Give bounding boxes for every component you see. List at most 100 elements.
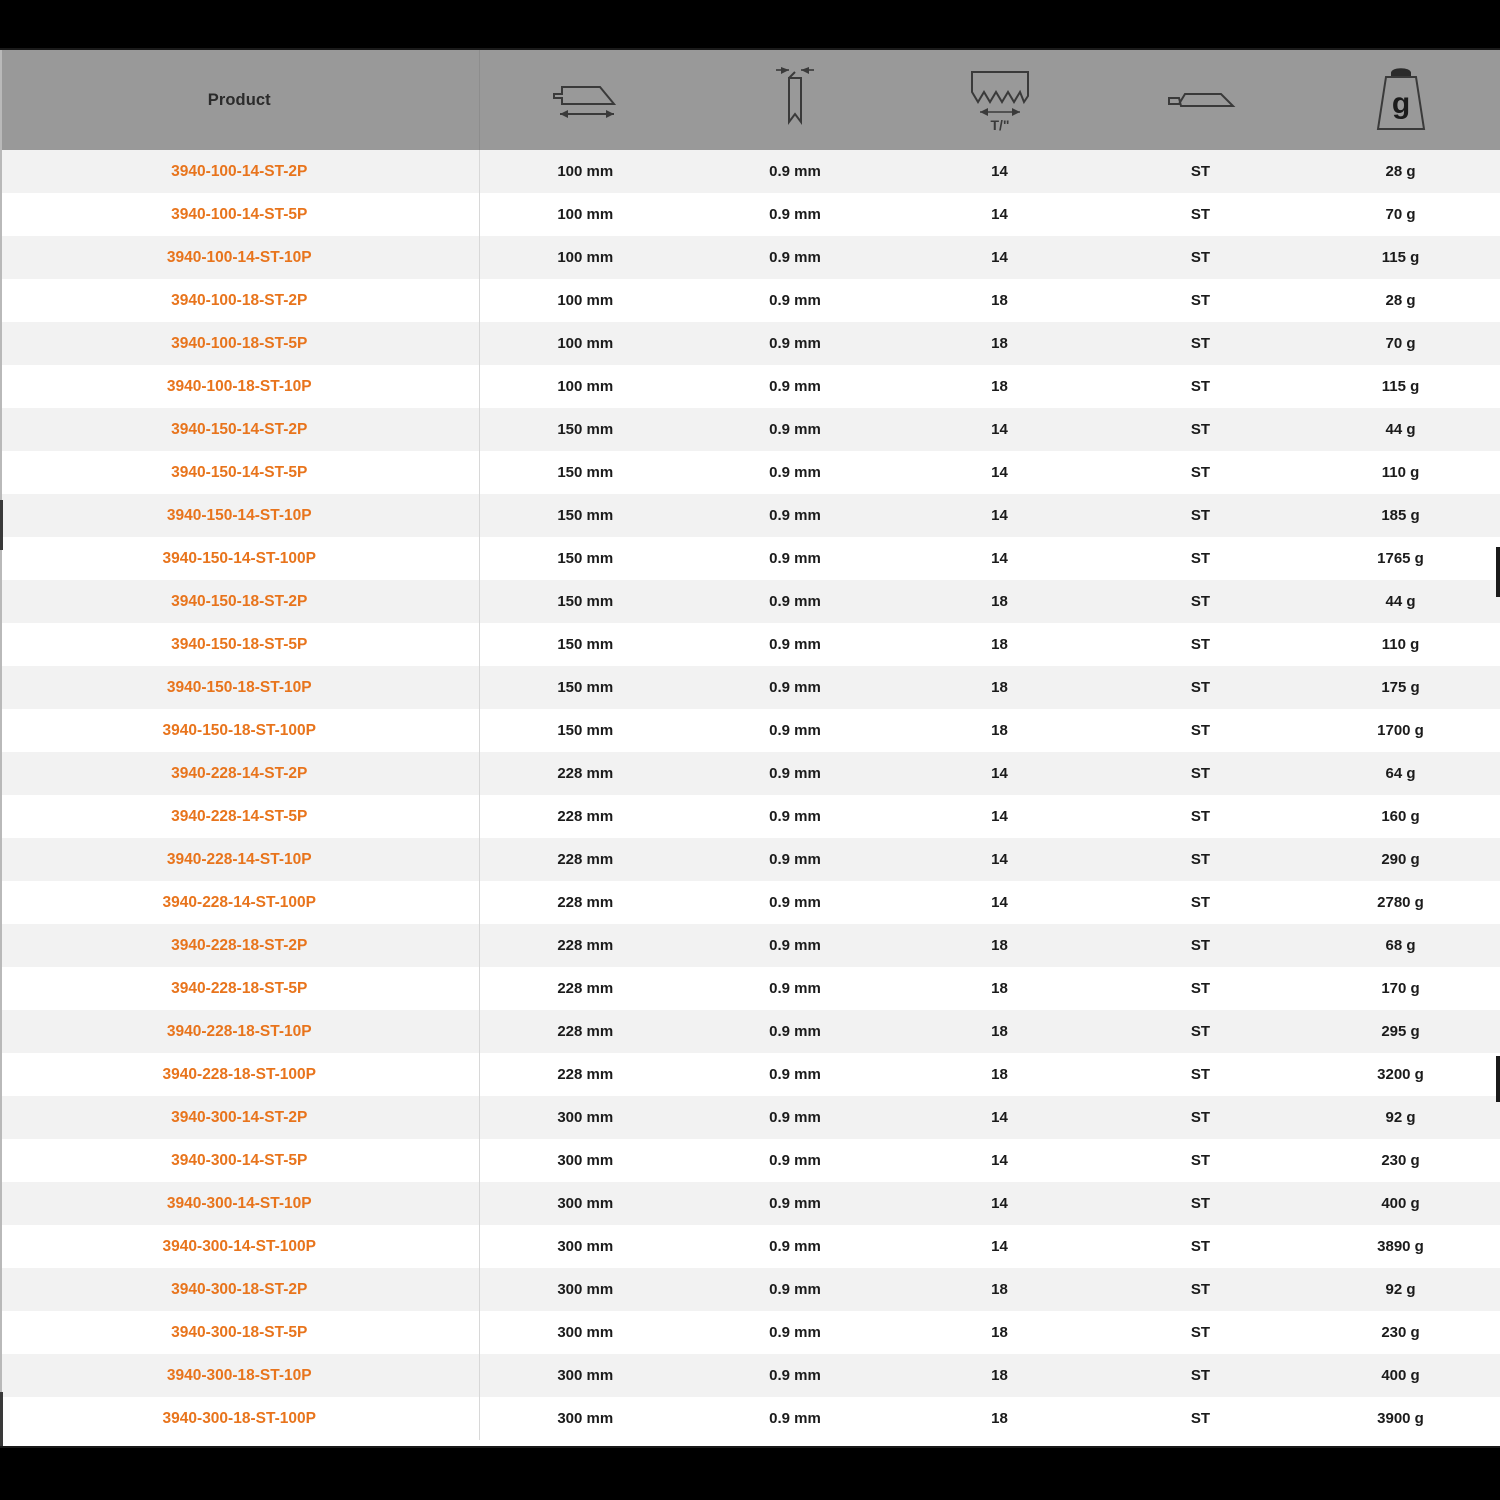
cell-thickness: 0.9 mm (691, 408, 899, 451)
table-row[interactable]: 3940-228-18-ST-100P228 mm0.9 mm18ST3200 … (0, 1053, 1500, 1096)
table-row[interactable]: 3940-228-14-ST-10P228 mm0.9 mm14ST290 g (0, 838, 1500, 881)
cell-thickness: 0.9 mm (691, 580, 899, 623)
cell-weight: 1765 g (1301, 537, 1500, 580)
table-row[interactable]: 3940-150-18-ST-10P150 mm0.9 mm18ST175 g (0, 666, 1500, 709)
table-row[interactable]: 3940-150-14-ST-100P150 mm0.9 mm14ST1765 … (0, 537, 1500, 580)
table-row[interactable]: 3940-100-18-ST-5P100 mm0.9 mm18ST70 g (0, 322, 1500, 365)
product-link[interactable]: 3940-228-14-ST-5P (0, 795, 479, 838)
table-row[interactable]: 3940-100-14-ST-10P100 mm0.9 mm14ST115 g (0, 236, 1500, 279)
column-header-product[interactable]: Product (0, 50, 479, 150)
table-row[interactable]: 3940-228-18-ST-5P228 mm0.9 mm18ST170 g (0, 967, 1500, 1010)
cell-type: ST (1100, 322, 1301, 365)
product-link[interactable]: 3940-150-14-ST-2P (0, 408, 479, 451)
table-row[interactable]: 3940-300-18-ST-10P300 mm0.9 mm18ST400 g (0, 1354, 1500, 1397)
product-link[interactable]: 3940-150-18-ST-10P (0, 666, 479, 709)
cell-weight: 160 g (1301, 795, 1500, 838)
product-link[interactable]: 3940-100-14-ST-2P (0, 150, 479, 193)
table-row[interactable]: 3940-100-18-ST-10P100 mm0.9 mm18ST115 g (0, 365, 1500, 408)
product-link[interactable]: 3940-228-18-ST-2P (0, 924, 479, 967)
product-link[interactable]: 3940-100-18-ST-2P (0, 279, 479, 322)
cell-length: 150 mm (479, 451, 691, 494)
table-row[interactable]: 3940-300-14-ST-100P300 mm0.9 mm14ST3890 … (0, 1225, 1500, 1268)
cell-teeth: 14 (899, 881, 1100, 924)
cell-weight: 2780 g (1301, 881, 1500, 924)
product-link[interactable]: 3940-228-14-ST-2P (0, 752, 479, 795)
column-header-weight[interactable]: g (1301, 50, 1500, 150)
cell-weight: 3890 g (1301, 1225, 1500, 1268)
table-row[interactable]: 3940-150-14-ST-10P150 mm0.9 mm14ST185 g (0, 494, 1500, 537)
cell-length: 228 mm (479, 924, 691, 967)
cell-type: ST (1100, 150, 1301, 193)
product-link[interactable]: 3940-300-18-ST-2P (0, 1268, 479, 1311)
product-link[interactable]: 3940-150-14-ST-5P (0, 451, 479, 494)
product-link[interactable]: 3940-150-18-ST-100P (0, 709, 479, 752)
cell-weight: 110 g (1301, 623, 1500, 666)
table-header-row: Product (0, 50, 1500, 150)
cell-length: 228 mm (479, 838, 691, 881)
table-row[interactable]: 3940-100-14-ST-2P100 mm0.9 mm14ST28 g (0, 150, 1500, 193)
cell-length: 100 mm (479, 150, 691, 193)
table-row[interactable]: 3940-150-14-ST-2P150 mm0.9 mm14ST44 g (0, 408, 1500, 451)
column-header-thickness[interactable] (691, 50, 899, 150)
product-link[interactable]: 3940-228-18-ST-100P (0, 1053, 479, 1096)
product-link[interactable]: 3940-300-14-ST-10P (0, 1182, 479, 1225)
column-header-type[interactable] (1100, 50, 1301, 150)
cell-thickness: 0.9 mm (691, 494, 899, 537)
cell-length: 228 mm (479, 1010, 691, 1053)
cell-length: 228 mm (479, 967, 691, 1010)
table-row[interactable]: 3940-100-18-ST-2P100 mm0.9 mm18ST28 g (0, 279, 1500, 322)
table-row[interactable]: 3940-300-14-ST-10P300 mm0.9 mm14ST400 g (0, 1182, 1500, 1225)
cell-teeth: 14 (899, 451, 1100, 494)
cell-thickness: 0.9 mm (691, 1182, 899, 1225)
cell-length: 300 mm (479, 1397, 691, 1440)
product-link[interactable]: 3940-300-14-ST-100P (0, 1225, 479, 1268)
product-link[interactable]: 3940-150-14-ST-100P (0, 537, 479, 580)
cell-teeth: 18 (899, 623, 1100, 666)
product-link[interactable]: 3940-300-14-ST-2P (0, 1096, 479, 1139)
product-link[interactable]: 3940-150-18-ST-2P (0, 580, 479, 623)
product-link[interactable]: 3940-228-14-ST-10P (0, 838, 479, 881)
table-row[interactable]: 3940-300-18-ST-2P300 mm0.9 mm18ST92 g (0, 1268, 1500, 1311)
product-link[interactable]: 3940-100-14-ST-10P (0, 236, 479, 279)
product-link[interactable]: 3940-100-18-ST-10P (0, 365, 479, 408)
table-row[interactable]: 3940-300-18-ST-100P300 mm0.9 mm18ST3900 … (0, 1397, 1500, 1440)
cell-thickness: 0.9 mm (691, 881, 899, 924)
product-link[interactable]: 3940-228-18-ST-10P (0, 1010, 479, 1053)
cell-length: 150 mm (479, 666, 691, 709)
table-row[interactable]: 3940-300-14-ST-2P300 mm0.9 mm14ST92 g (0, 1096, 1500, 1139)
product-link[interactable]: 3940-150-14-ST-10P (0, 494, 479, 537)
cell-teeth: 14 (899, 193, 1100, 236)
cell-weight: 1700 g (1301, 709, 1500, 752)
product-link[interactable]: 3940-300-14-ST-5P (0, 1139, 479, 1182)
cell-weight: 28 g (1301, 279, 1500, 322)
column-header-teeth[interactable]: T/" (899, 50, 1100, 150)
table-row[interactable]: 3940-300-14-ST-5P300 mm0.9 mm14ST230 g (0, 1139, 1500, 1182)
table-row[interactable]: 3940-300-18-ST-5P300 mm0.9 mm18ST230 g (0, 1311, 1500, 1354)
cell-weight: 44 g (1301, 580, 1500, 623)
table-row[interactable]: 3940-150-18-ST-2P150 mm0.9 mm18ST44 g (0, 580, 1500, 623)
product-link[interactable]: 3940-300-18-ST-10P (0, 1354, 479, 1397)
cell-type: ST (1100, 1182, 1301, 1225)
cell-type: ST (1100, 1354, 1301, 1397)
cell-thickness: 0.9 mm (691, 279, 899, 322)
product-link[interactable]: 3940-150-18-ST-5P (0, 623, 479, 666)
table-row[interactable]: 3940-228-14-ST-100P228 mm0.9 mm14ST2780 … (0, 881, 1500, 924)
product-link[interactable]: 3940-100-18-ST-5P (0, 322, 479, 365)
table-row[interactable]: 3940-228-14-ST-2P228 mm0.9 mm14ST64 g (0, 752, 1500, 795)
column-header-length[interactable] (479, 50, 691, 150)
product-link[interactable]: 3940-228-14-ST-100P (0, 881, 479, 924)
table-row[interactable]: 3940-150-18-ST-100P150 mm0.9 mm18ST1700 … (0, 709, 1500, 752)
cell-thickness: 0.9 mm (691, 1053, 899, 1096)
product-link[interactable]: 3940-100-14-ST-5P (0, 193, 479, 236)
cell-type: ST (1100, 666, 1301, 709)
product-link[interactable]: 3940-300-18-ST-5P (0, 1311, 479, 1354)
product-link[interactable]: 3940-300-18-ST-100P (0, 1397, 479, 1440)
table-row[interactable]: 3940-228-14-ST-5P228 mm0.9 mm14ST160 g (0, 795, 1500, 838)
table-row[interactable]: 3940-100-14-ST-5P100 mm0.9 mm14ST70 g (0, 193, 1500, 236)
cell-teeth: 14 (899, 752, 1100, 795)
table-row[interactable]: 3940-228-18-ST-10P228 mm0.9 mm18ST295 g (0, 1010, 1500, 1053)
table-row[interactable]: 3940-228-18-ST-2P228 mm0.9 mm18ST68 g (0, 924, 1500, 967)
table-row[interactable]: 3940-150-14-ST-5P150 mm0.9 mm14ST110 g (0, 451, 1500, 494)
table-row[interactable]: 3940-150-18-ST-5P150 mm0.9 mm18ST110 g (0, 623, 1500, 666)
product-link[interactable]: 3940-228-18-ST-5P (0, 967, 479, 1010)
